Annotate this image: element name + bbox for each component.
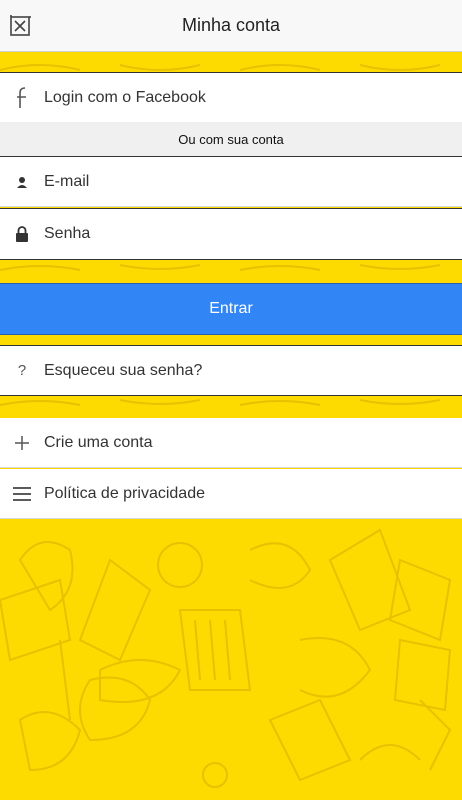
- user-icon: [0, 157, 44, 207]
- forgot-password-button[interactable]: ? Esqueceu sua senha?: [0, 345, 462, 396]
- login-button[interactable]: Entrar: [0, 283, 462, 335]
- facebook-login-button[interactable]: Login com o Facebook: [0, 72, 462, 122]
- facebook-login-label: Login com o Facebook: [44, 88, 206, 106]
- create-account-label: Crie uma conta: [44, 433, 153, 451]
- forgot-password-label: Esqueceu sua senha?: [44, 361, 203, 379]
- create-account-button[interactable]: Crie uma conta: [0, 418, 462, 468]
- privacy-policy-label: Política de privacidade: [44, 484, 205, 502]
- privacy-policy-button[interactable]: Política de privacidade: [0, 469, 462, 519]
- password-field[interactable]: [44, 214, 444, 254]
- plus-icon: [0, 418, 44, 468]
- email-row: [0, 157, 462, 207]
- facebook-icon: [0, 73, 44, 123]
- page-title: Minha conta: [181, 15, 281, 35]
- email-field[interactable]: [44, 161, 444, 202]
- close-window-icon[interactable]: [9, 15, 31, 37]
- menu-lines-icon: [0, 469, 44, 519]
- question-icon: ?: [17, 362, 27, 379]
- password-row: [0, 208, 462, 260]
- alternative-login-divider: Ou com sua conta: [0, 122, 462, 157]
- lock-icon: [0, 209, 44, 259]
- top-bar: Minha conta: [0, 0, 462, 52]
